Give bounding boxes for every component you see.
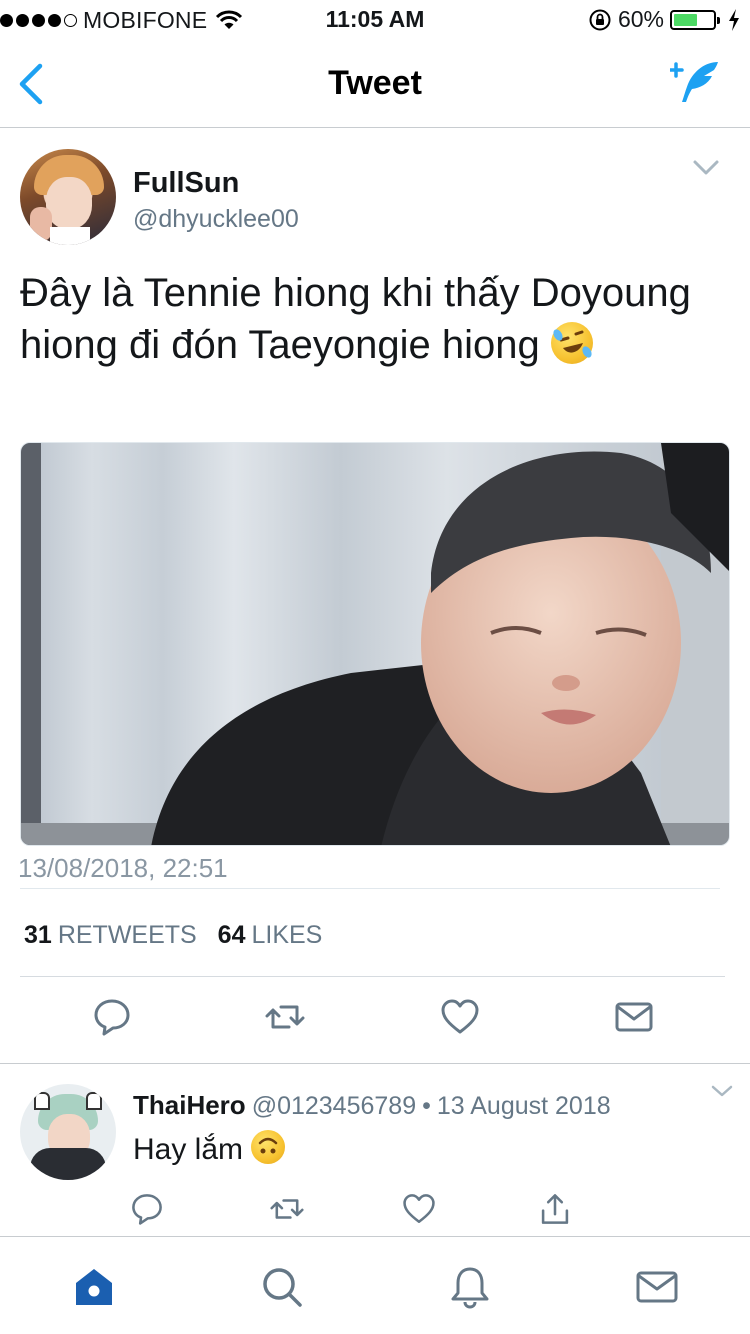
search-icon xyxy=(263,1268,302,1307)
reply-tweet[interactable]: ThaiHero @0123456789 • 13 August 2018 Hay l… xyxy=(0,1064,750,1236)
rolling-on-floor-laughing-emoji-icon xyxy=(550,322,593,364)
avatar-ear xyxy=(86,1092,102,1110)
tab-messages[interactable] xyxy=(635,1265,679,1309)
upside-down-face-emoji-icon xyxy=(251,1130,286,1164)
tweet-menu-chevron-down-icon[interactable] xyxy=(692,159,720,177)
rotation-lock-icon xyxy=(588,8,612,32)
share-icon xyxy=(541,1194,569,1224)
tweet-media-photo[interactable] xyxy=(20,442,730,846)
tweet-timestamp: 13/08/2018, 22:51 xyxy=(18,853,228,883)
reply-author-handle[interactable]: @0123456789 xyxy=(252,1092,416,1120)
divider xyxy=(20,976,725,977)
reply-like-button[interactable] xyxy=(402,1192,436,1226)
reply-date: 13 August 2018 xyxy=(436,1092,611,1120)
author-handle[interactable]: @dhyucklee00 xyxy=(133,205,299,234)
nav-bar: Tweet xyxy=(0,40,750,128)
avatar-ear xyxy=(34,1092,50,1110)
tab-bar xyxy=(0,1236,750,1334)
home-icon xyxy=(76,1269,112,1305)
reply-body: Hay lắm xyxy=(133,1133,244,1166)
tab-notifications[interactable] xyxy=(448,1265,492,1309)
reply-header: ThaiHero @0123456789 • 13 August 2018 xyxy=(133,1090,611,1121)
avatar[interactable] xyxy=(20,1084,116,1180)
heart-icon xyxy=(441,999,479,1034)
reply-button[interactable] xyxy=(92,997,132,1037)
reply-share-button[interactable] xyxy=(538,1192,572,1226)
tab-search[interactable] xyxy=(260,1265,304,1309)
reply-separator: • xyxy=(422,1092,431,1120)
tweet-actions xyxy=(0,997,750,1041)
reply-text: Hay lắm xyxy=(133,1130,286,1167)
avatar-body xyxy=(30,1148,106,1180)
notifications-icon xyxy=(451,1267,489,1309)
heart-icon xyxy=(403,1194,435,1224)
likes-label[interactable]: LIKES xyxy=(251,921,322,949)
retweets-count[interactable]: 31 xyxy=(24,921,52,949)
tweet-text: Đây là Tennie hiong khi thấy Doyoung hio… xyxy=(20,267,720,371)
status-bar: MOBIFONE 11:05 AM 60% xyxy=(0,0,750,40)
compose-feather-icon xyxy=(670,62,718,102)
direct-message-button[interactable] xyxy=(614,997,654,1037)
reply-icon xyxy=(94,999,130,1036)
likes-count[interactable]: 64 xyxy=(218,921,246,949)
envelope-icon xyxy=(615,1002,653,1032)
battery-icon xyxy=(670,9,720,30)
messages-icon xyxy=(636,1271,678,1303)
tab-home[interactable] xyxy=(72,1265,116,1309)
retweets-label[interactable]: RETWEETS xyxy=(58,921,197,949)
reply-reply-button[interactable] xyxy=(130,1192,164,1226)
reply-icon xyxy=(132,1194,162,1225)
tweet-stats: 31 RETWEETS 64 LIKES xyxy=(24,921,322,950)
avatar-hand xyxy=(30,207,52,241)
avatar-face xyxy=(46,177,92,229)
reply-menu-chevron-down-icon[interactable] xyxy=(710,1084,734,1098)
page-title: Tweet xyxy=(328,64,422,102)
avatar[interactable] xyxy=(20,149,116,245)
retweet-button[interactable] xyxy=(265,997,305,1037)
battery-percent: 60% xyxy=(617,6,664,32)
retweet-icon xyxy=(265,1005,305,1029)
battery-level-fill xyxy=(674,13,697,26)
compose-tweet-button[interactable] xyxy=(670,58,722,106)
author-name[interactable]: FullSun xyxy=(133,167,239,200)
retweet-icon xyxy=(270,1199,304,1219)
avatar-shirt xyxy=(50,227,90,245)
reply-retweet-button[interactable] xyxy=(270,1192,304,1226)
divider xyxy=(20,888,720,889)
status-right: 60% xyxy=(588,6,740,33)
charging-icon xyxy=(728,8,740,31)
like-button[interactable] xyxy=(440,997,480,1037)
reply-author-name[interactable]: ThaiHero xyxy=(133,1090,246,1120)
